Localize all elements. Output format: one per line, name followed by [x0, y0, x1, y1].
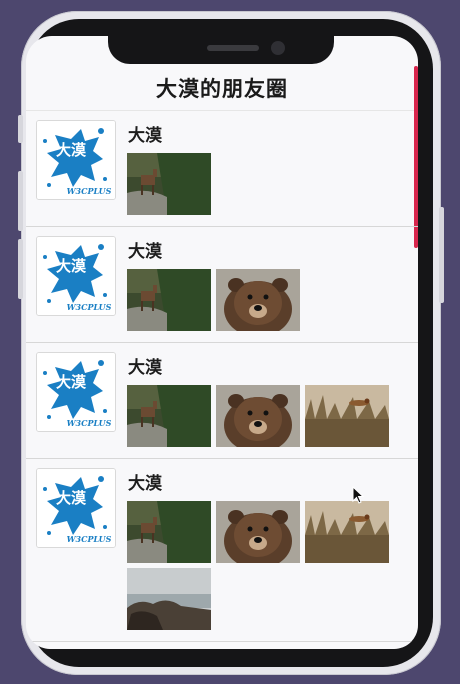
avatar[interactable]: 大漠 W3CPLUS [36, 352, 116, 432]
svg-text:大漠: 大漠 [56, 141, 87, 159]
author-name[interactable]: 大漠 [128, 237, 162, 262]
author-name[interactable]: 大漠 [128, 121, 162, 146]
w3cplus-logo-icon: 大漠 W3CPLUS [37, 353, 115, 431]
post-item: 大漠 W3CPLUS 大漠 [26, 227, 418, 343]
photo-deer[interactable] [127, 269, 211, 331]
post-item: 大漠 W3CPLUS 大漠 [26, 111, 418, 227]
volume-down-button [18, 239, 23, 299]
photo-bear[interactable] [216, 501, 300, 563]
svg-text:大漠: 大漠 [56, 257, 87, 275]
svg-text:W3CPLUS: W3CPLUS [67, 418, 112, 428]
photo-bear[interactable] [216, 269, 300, 331]
svg-text:W3CPLUS: W3CPLUS [67, 302, 112, 312]
screen: 大漠的朋友圈 大漠 W3CPLUS 大漠 大漠 W3CPLUS 大漠 大漠 W3… [26, 36, 418, 649]
page-title: 大漠的朋友圈 [26, 66, 418, 111]
speaker-grille [207, 45, 259, 51]
w3cplus-logo-icon: 大漠 W3CPLUS [37, 121, 115, 199]
svg-text:大漠: 大漠 [56, 489, 87, 507]
photo-bird[interactable] [305, 501, 389, 563]
avatar[interactable]: 大漠 W3CPLUS [36, 468, 116, 548]
photo-bird[interactable] [305, 385, 389, 447]
notch [108, 30, 334, 64]
avatar[interactable]: 大漠 W3CPLUS [36, 236, 116, 316]
avatar[interactable]: 大漠 W3CPLUS [36, 120, 116, 200]
photo-deer[interactable] [127, 153, 211, 215]
volume-up-button [18, 171, 23, 231]
photo-bear[interactable] [216, 385, 300, 447]
svg-text:W3CPLUS: W3CPLUS [67, 186, 112, 196]
svg-text:W3CPLUS: W3CPLUS [67, 534, 112, 544]
mute-switch [18, 115, 23, 143]
mouse-cursor-icon [352, 486, 365, 504]
front-camera [271, 41, 285, 55]
photo-coast[interactable] [127, 568, 211, 630]
photo-deer[interactable] [127, 501, 211, 563]
power-button [439, 207, 444, 303]
svg-text:大漠: 大漠 [56, 373, 87, 391]
w3cplus-logo-icon: 大漠 W3CPLUS [37, 469, 115, 547]
author-name[interactable]: 大漠 [128, 469, 162, 494]
author-name[interactable]: 大漠 [128, 353, 162, 378]
post-item: 大漠 W3CPLUS 大漠 [26, 343, 418, 459]
w3cplus-logo-icon: 大漠 W3CPLUS [37, 237, 115, 315]
photo-deer[interactable] [127, 385, 211, 447]
